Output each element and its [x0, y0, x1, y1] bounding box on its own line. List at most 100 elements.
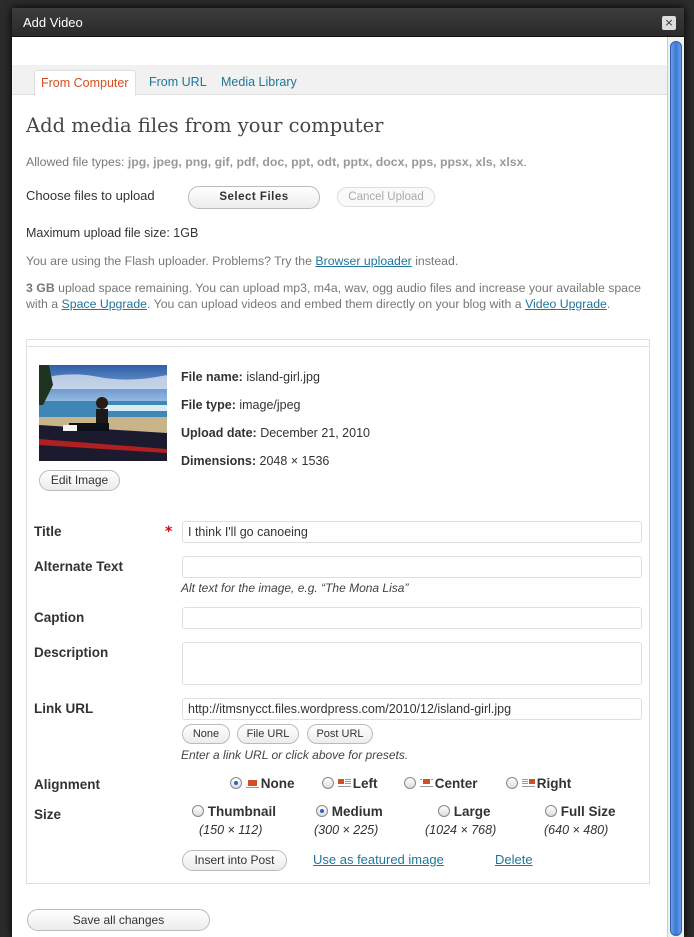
dimensions-row: Dimensions: 2048 × 1536: [181, 454, 329, 468]
size-large-label: Large: [453, 804, 491, 819]
align-center-label: Center: [434, 776, 478, 791]
alternate-text-help: Alt text for the image, e.g. “The Mona L…: [181, 581, 409, 595]
upload-date-label: Upload date:: [181, 426, 257, 440]
alignment-label: Alignment: [34, 777, 100, 792]
dimensions-value: 2048 × 1536: [259, 454, 330, 468]
size-full-label: Full Size: [560, 804, 616, 819]
size-full-dims: (640 × 480): [544, 823, 609, 837]
size-large-dims: (1024 × 768): [425, 823, 497, 837]
size-thumbnail-radio[interactable]: [192, 805, 204, 817]
vertical-scrollbar[interactable]: [667, 37, 684, 937]
image-thumbnail: [39, 365, 167, 461]
flash-prefix: You are using the Flash uploader. Proble…: [26, 254, 316, 268]
align-left-radio[interactable]: [322, 777, 334, 789]
link-url-input[interactable]: http://itmsnycct.files.wordpress.com/201…: [182, 698, 642, 720]
space-remaining-notice: 3 GB upload space remaining. You can upl…: [26, 280, 656, 312]
title-label: Title: [34, 524, 62, 539]
scrollbar-thumb[interactable]: [670, 41, 682, 936]
size-label: Size: [34, 807, 62, 822]
link-url-help: Enter a link URL or click above for pres…: [181, 748, 409, 762]
description-label: Description: [34, 645, 109, 660]
file-type-label: File type:: [181, 398, 236, 412]
space-upgrade-link[interactable]: Space Upgrade: [62, 297, 147, 311]
allowed-file-types: Allowed file types: jpg, jpeg, png, gif,…: [26, 155, 527, 169]
file-name-row: File name: island-girl.jpg: [181, 370, 320, 384]
dialog-content: From Computer From URL Media Library Add…: [12, 37, 667, 937]
align-left-option[interactable]: Left: [322, 776, 378, 791]
add-video-dialog: Add Video × From Computer From URL Media…: [12, 8, 684, 937]
title-input[interactable]: I think I'll go canoeing: [182, 521, 642, 543]
link-post-url-button[interactable]: Post URL: [307, 724, 373, 744]
file-name-label: File name:: [181, 370, 243, 384]
size-thumbnail-dims: (150 × 112): [199, 823, 263, 837]
link-file-url-button[interactable]: File URL: [237, 724, 299, 744]
dialog-title: Add Video: [23, 15, 83, 30]
edit-image-button[interactable]: Edit Image: [39, 470, 120, 491]
align-right-option[interactable]: Right: [506, 776, 571, 791]
description-textarea[interactable]: [182, 642, 642, 685]
allowed-prefix: Allowed file types:: [26, 155, 128, 169]
save-all-changes-button[interactable]: Save all changes: [27, 909, 210, 931]
size-thumbnail-label: Thumbnail: [207, 804, 277, 819]
browser-uploader-link[interactable]: Browser uploader: [315, 254, 411, 268]
space-text-3: .: [606, 297, 611, 311]
link-none-button[interactable]: None: [182, 724, 230, 744]
close-icon[interactable]: ×: [662, 16, 676, 30]
delete-link[interactable]: Delete: [495, 852, 533, 867]
align-none-option[interactable]: None: [230, 776, 295, 791]
dialog-titlebar: Add Video ×: [12, 8, 684, 37]
tab-from-url[interactable]: From URL: [143, 70, 213, 96]
file-type-value: image/jpeg: [239, 398, 301, 412]
size-medium-radio[interactable]: [316, 805, 328, 817]
file-name-value: island-girl.jpg: [246, 370, 320, 384]
cancel-upload-button: Cancel Upload: [337, 187, 435, 207]
file-type-row: File type: image/jpeg: [181, 398, 301, 412]
size-full-option[interactable]: Full Size: [545, 804, 616, 819]
allowed-types-list: jpg, jpeg, png, gif, pdf, doc, ppt, odt,…: [127, 155, 524, 169]
align-left-label: Left: [352, 776, 378, 791]
select-files-button[interactable]: Select Files: [188, 186, 320, 209]
align-center-icon: [419, 779, 433, 787]
video-upgrade-link[interactable]: Video Upgrade: [525, 297, 607, 311]
upload-date-value: December 21, 2010: [260, 426, 370, 440]
space-amount: 3 GB: [26, 281, 55, 295]
page-title: Add media files from your computer: [26, 114, 384, 137]
size-full-radio[interactable]: [545, 805, 557, 817]
item-divider: [27, 346, 649, 347]
size-medium-dims: (300 × 225): [314, 823, 379, 837]
media-tabs: From Computer From URL Media Library: [12, 65, 667, 96]
max-upload-size: Maximum upload file size: 1GB: [26, 226, 199, 240]
size-medium-option[interactable]: Medium: [316, 804, 383, 819]
use-as-featured-image-link[interactable]: Use as featured image: [313, 852, 444, 867]
align-right-icon: [521, 779, 535, 787]
caption-label: Caption: [34, 610, 85, 625]
size-large-radio[interactable]: [438, 805, 450, 817]
tab-media-library[interactable]: Media Library: [215, 70, 303, 96]
allowed-suffix: .: [523, 155, 527, 169]
choose-files-label: Choose files to upload: [26, 188, 155, 203]
media-item: File name: island-girl.jpg File type: im…: [26, 339, 650, 884]
insert-into-post-button[interactable]: Insert into Post: [182, 850, 287, 871]
alternate-text-input[interactable]: [182, 556, 642, 578]
align-left-icon: [337, 779, 351, 787]
align-center-radio[interactable]: [404, 777, 416, 789]
alternate-text-label: Alternate Text: [34, 559, 124, 574]
flash-uploader-notice: You are using the Flash uploader. Proble…: [26, 254, 458, 268]
link-url-label: Link URL: [34, 701, 94, 716]
align-right-radio[interactable]: [506, 777, 518, 789]
tab-from-computer[interactable]: From Computer: [34, 70, 136, 96]
align-center-option[interactable]: Center: [404, 776, 478, 791]
size-large-option[interactable]: Large: [438, 804, 491, 819]
upload-date-row: Upload date: December 21, 2010: [181, 426, 370, 440]
align-none-label: None: [260, 776, 295, 791]
size-thumbnail-option[interactable]: Thumbnail: [192, 804, 276, 819]
dimensions-label: Dimensions:: [181, 454, 257, 468]
required-mark: *: [165, 524, 173, 540]
flash-suffix: instead.: [411, 254, 459, 268]
align-none-radio[interactable]: [230, 777, 242, 789]
align-none-icon: [245, 780, 259, 788]
size-medium-label: Medium: [331, 804, 383, 819]
space-text-2: . You can upload videos and embed them d…: [147, 297, 526, 311]
align-right-label: Right: [536, 776, 572, 791]
caption-input[interactable]: [182, 607, 642, 629]
